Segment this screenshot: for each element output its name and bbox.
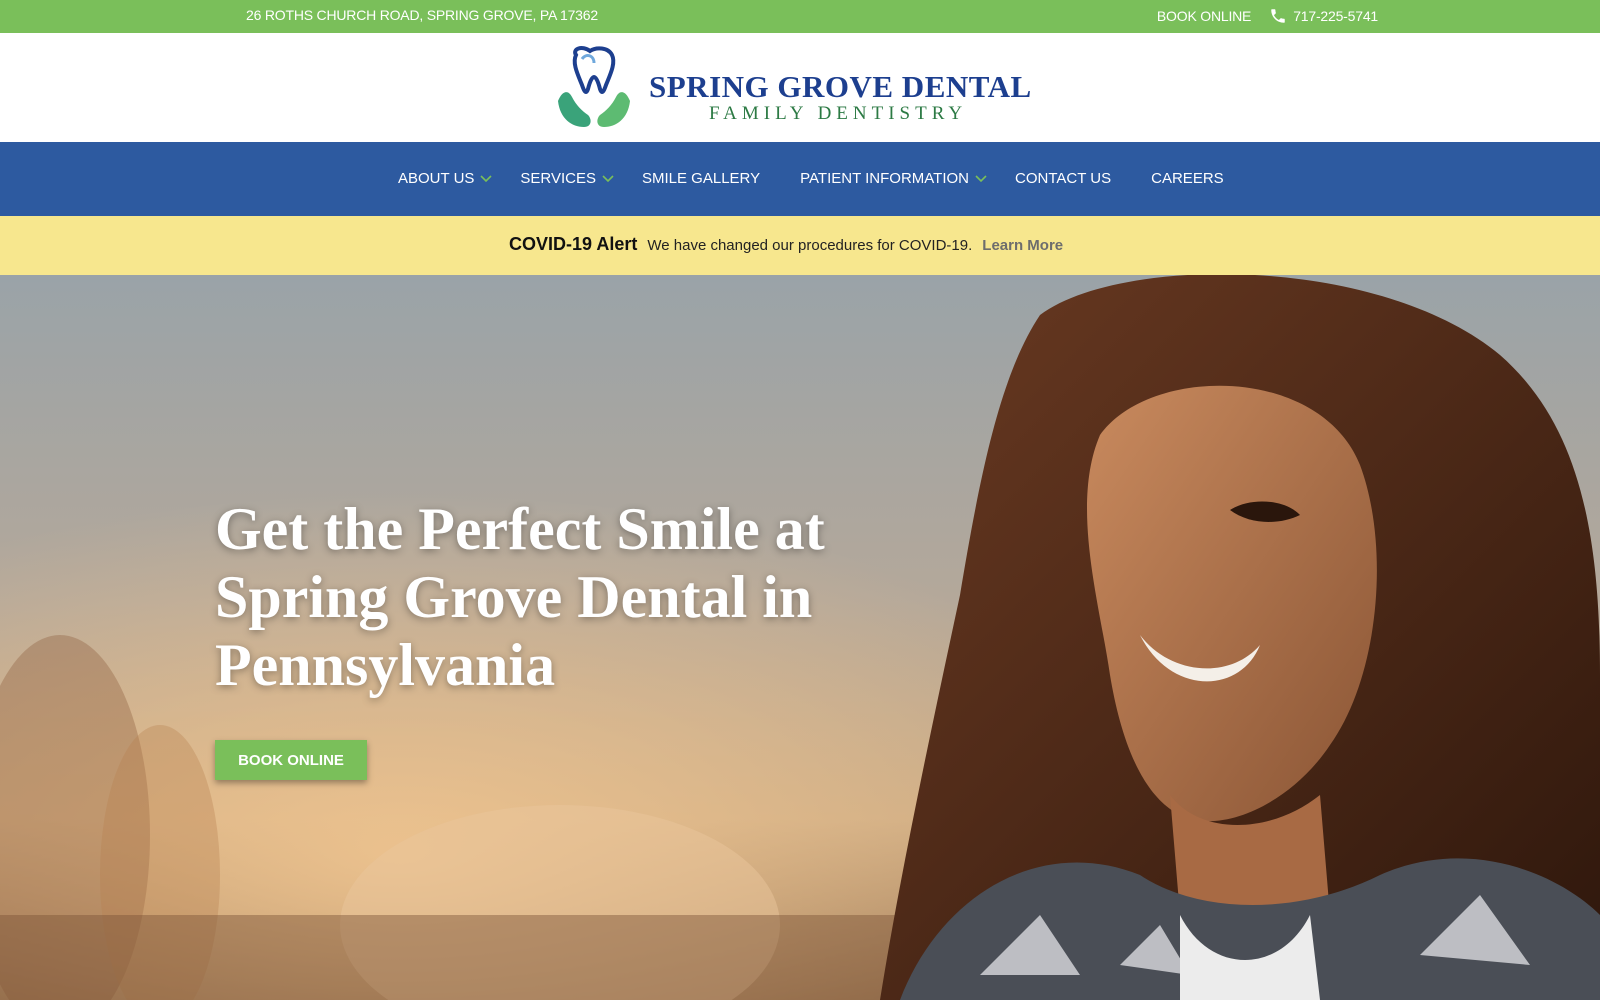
chevron-down-icon	[975, 174, 987, 182]
nav-item-careers[interactable]: CAREERS	[1151, 170, 1224, 187]
phone-link[interactable]: 717-225-5741	[1293, 8, 1378, 24]
learn-more-link[interactable]: Learn More	[982, 237, 1063, 254]
nav-item-label: ABOUT US	[398, 170, 475, 187]
covid-alert-banner: COVID-19 Alert We have changed our proce…	[0, 216, 1600, 275]
site-logo[interactable]: SPRING GROVE DENTAL FAMILY DENTISTRY	[554, 45, 1044, 131]
alert-message: We have changed our procedures for COVID…	[647, 237, 973, 254]
hero-section: Get the Perfect Smile at Spring Grove De…	[0, 275, 1600, 1000]
nav-item-label: CONTACT US	[1015, 170, 1112, 187]
top-book-online-link[interactable]: BOOK ONLINE	[1157, 8, 1251, 24]
nav-item-services[interactable]: SERVICES	[520, 170, 614, 187]
chevron-down-icon	[480, 174, 492, 182]
chevron-down-icon	[602, 174, 614, 182]
address-text: 26 ROTHS CHURCH ROAD, SPRING GROVE, PA 1…	[246, 7, 598, 23]
nav-item-contact-us[interactable]: CONTACT US	[1015, 170, 1111, 187]
phone-icon	[1271, 9, 1285, 23]
hero-title: Get the Perfect Smile at Spring Grove De…	[215, 496, 825, 698]
nav-item-label: CAREERS	[1151, 170, 1224, 187]
logo-name: SPRING GROVE DENTAL	[649, 69, 1032, 104]
logo-subtitle: FAMILY DENTISTRY	[709, 103, 968, 124]
nav-item-label: SMILE GALLERY	[642, 170, 761, 187]
nav-item-label: PATIENT INFORMATION	[800, 170, 970, 187]
nav-item-label: SERVICES	[520, 170, 596, 187]
main-nav: ABOUT US SERVICES SMILE GALLERY PATIENT …	[0, 142, 1600, 216]
header: SPRING GROVE DENTAL FAMILY DENTISTRY	[0, 33, 1600, 142]
top-bar: 26 ROTHS CHURCH ROAD, SPRING GROVE, PA 1…	[0, 0, 1600, 33]
nav-item-patient-information[interactable]: PATIENT INFORMATION	[800, 170, 987, 187]
hero-book-online-button[interactable]: BOOK ONLINE	[215, 740, 367, 780]
alert-title: COVID-19 Alert	[509, 234, 638, 254]
nav-item-smile-gallery[interactable]: SMILE GALLERY	[642, 170, 760, 187]
top-bar-actions: BOOK ONLINE 717-225-5741	[1157, 7, 1378, 25]
nav-item-about-us[interactable]: ABOUT US	[398, 170, 492, 187]
tooth-hands-logo-icon	[558, 46, 630, 127]
